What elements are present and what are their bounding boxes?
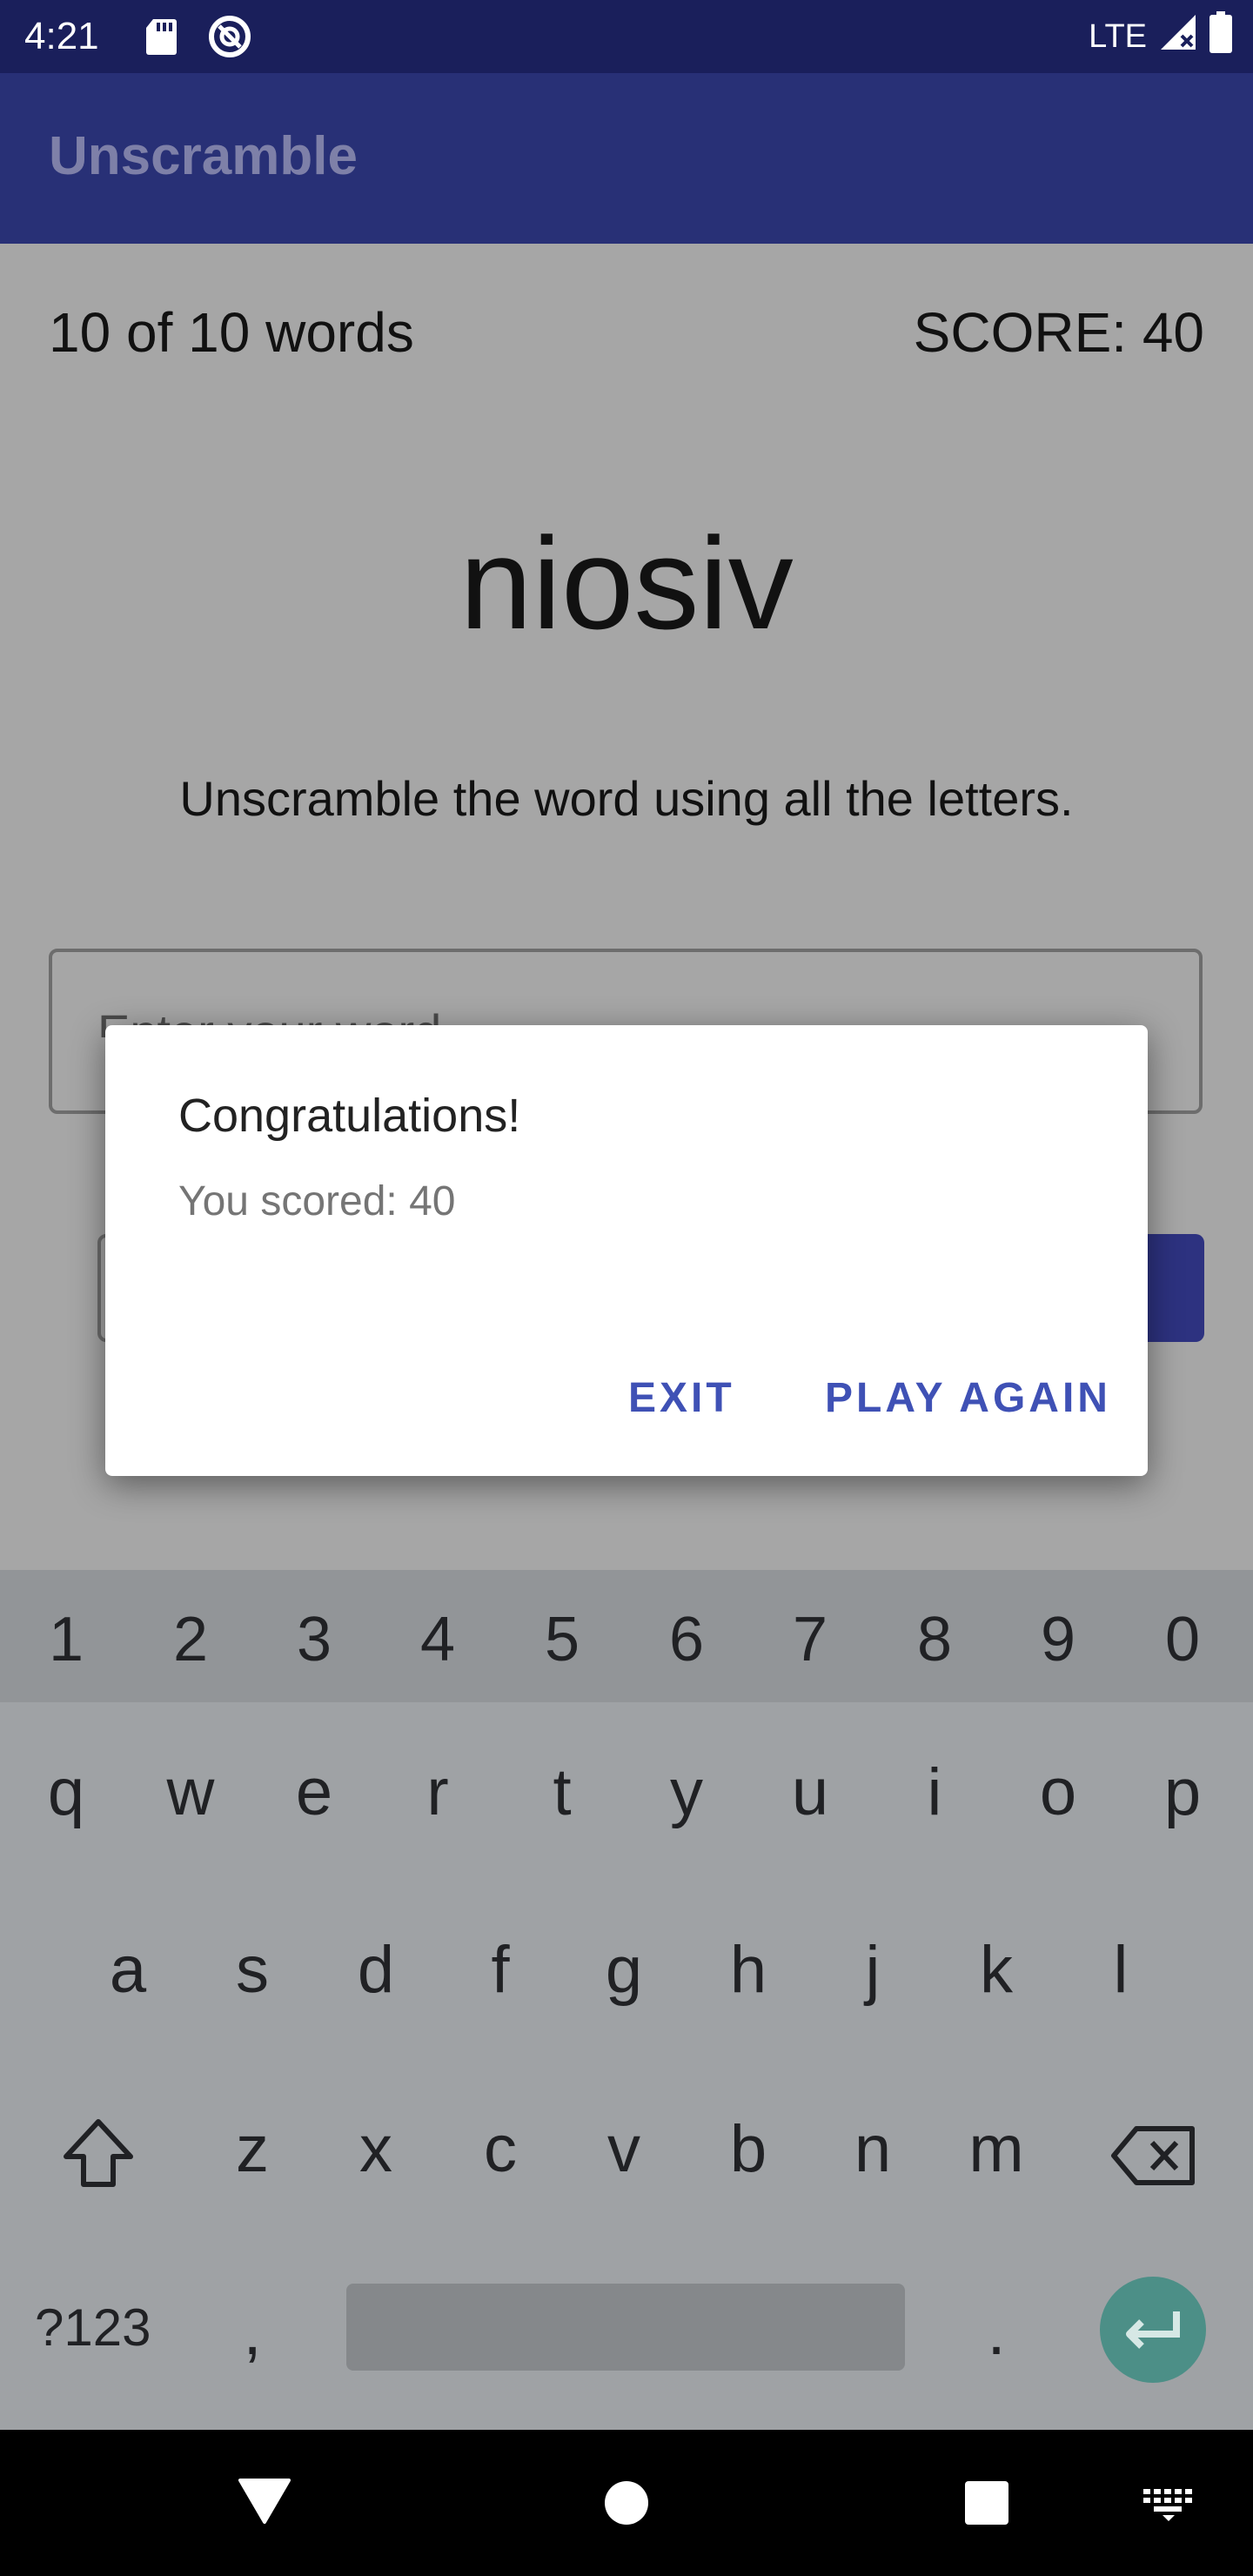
- key-7[interactable]: 7: [758, 1596, 862, 1683]
- status-time: 4:21: [24, 15, 99, 57]
- key-e[interactable]: e: [262, 1749, 366, 1836]
- do-not-disturb-icon: [207, 14, 252, 59]
- key-v[interactable]: v: [572, 2106, 676, 2193]
- play-again-button[interactable]: PLAY AGAIN: [825, 1368, 1111, 1429]
- dialog-title: Congratulations!: [178, 1090, 521, 1142]
- instructions-text: Unscramble the word using all the letter…: [179, 771, 1074, 826]
- score-label: SCORE: 40: [913, 301, 1204, 364]
- key-o[interactable]: o: [1006, 1749, 1110, 1836]
- word-count: 10 of 10 words: [49, 301, 414, 364]
- signal-icon: [1159, 13, 1197, 60]
- period-key[interactable]: .: [944, 2289, 1049, 2376]
- key-3[interactable]: 3: [262, 1596, 366, 1683]
- space-bar[interactable]: [346, 2284, 905, 2371]
- key-4[interactable]: 4: [385, 1596, 490, 1683]
- app-title: Unscramble: [49, 126, 358, 186]
- key-d[interactable]: d: [324, 1927, 428, 2014]
- key-n[interactable]: n: [821, 2106, 925, 2193]
- key-f[interactable]: f: [448, 1927, 553, 2014]
- key-1[interactable]: 1: [14, 1596, 118, 1683]
- key-l[interactable]: l: [1069, 1927, 1173, 2014]
- key-p[interactable]: p: [1130, 1749, 1235, 1836]
- key-i[interactable]: i: [882, 1749, 987, 1836]
- network-type: LTE: [1089, 17, 1147, 55]
- comma-key[interactable]: ,: [200, 2289, 305, 2376]
- key-r[interactable]: r: [385, 1749, 490, 1836]
- key-b[interactable]: b: [696, 2106, 801, 2193]
- backspace-icon: [1111, 2126, 1195, 2185]
- key-c[interactable]: c: [448, 2106, 553, 2193]
- key-0[interactable]: 0: [1130, 1596, 1235, 1683]
- battery-icon: [1209, 11, 1232, 62]
- key-s[interactable]: s: [200, 1927, 305, 2014]
- status-bar: [0, 0, 1253, 73]
- shift-icon: [64, 2119, 133, 2187]
- key-z[interactable]: z: [200, 2106, 305, 2193]
- key-u[interactable]: u: [758, 1749, 862, 1836]
- key-m[interactable]: m: [944, 2106, 1049, 2193]
- status-right-group: LTE: [1089, 11, 1232, 62]
- keyboard-switch-icon[interactable]: [1142, 2487, 1196, 2522]
- sd-card-icon: [144, 17, 178, 56]
- key-t[interactable]: t: [510, 1749, 614, 1836]
- enter-key[interactable]: [1100, 2277, 1206, 2383]
- key-a[interactable]: a: [76, 1927, 180, 2014]
- key-x[interactable]: x: [324, 2106, 428, 2193]
- backspace-key[interactable]: [1110, 2125, 1197, 2186]
- key-g[interactable]: g: [572, 1927, 676, 2014]
- key-q[interactable]: q: [14, 1749, 118, 1836]
- key-w[interactable]: w: [138, 1749, 243, 1836]
- key-2[interactable]: 2: [138, 1596, 243, 1683]
- key-k[interactable]: k: [944, 1927, 1049, 2014]
- key-y[interactable]: y: [634, 1749, 739, 1836]
- key-9[interactable]: 9: [1006, 1596, 1110, 1683]
- home-icon[interactable]: [604, 2480, 649, 2526]
- key-j[interactable]: j: [821, 1927, 925, 2014]
- key-8[interactable]: 8: [882, 1596, 987, 1683]
- back-icon[interactable]: [237, 2477, 292, 2526]
- key-h[interactable]: h: [696, 1927, 801, 2014]
- scrambled-word: niosiv: [459, 510, 794, 656]
- symbols-key[interactable]: ?123: [35, 2298, 151, 2358]
- dialog-message: You scored: 40: [178, 1178, 456, 1224]
- recents-icon[interactable]: [964, 2480, 1009, 2526]
- enter-icon: [1126, 2311, 1180, 2349]
- shift-key[interactable]: [61, 2116, 136, 2191]
- exit-button[interactable]: EXIT: [628, 1368, 735, 1429]
- key-6[interactable]: 6: [634, 1596, 739, 1683]
- key-5[interactable]: 5: [510, 1596, 614, 1683]
